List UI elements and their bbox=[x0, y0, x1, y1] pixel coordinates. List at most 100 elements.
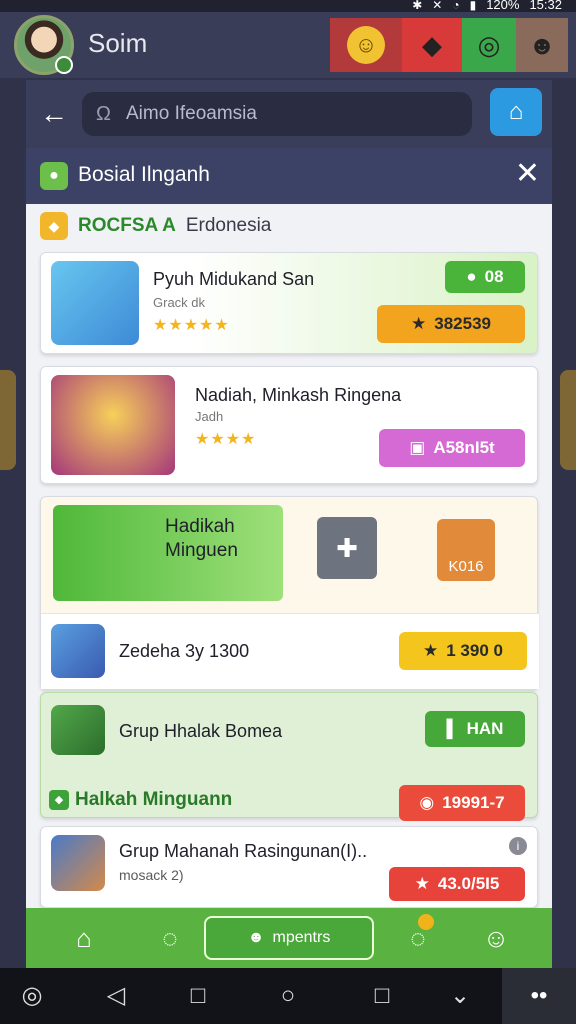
bottom-nav: ⌂ ◌ ☻ mpentrs ◌ ☺ bbox=[26, 908, 552, 968]
info-icon[interactable]: i bbox=[509, 837, 527, 855]
reward-box-button[interactable]: K016 bbox=[437, 519, 495, 581]
home-circle-icon[interactable]: ○ bbox=[268, 980, 308, 1012]
weekly-title: Hadikah Minguen bbox=[165, 516, 238, 561]
chat-icon[interactable]: ◌ bbox=[150, 920, 190, 956]
search-row: ← Ω Aimo Ifeoamsia ⌂ bbox=[26, 80, 552, 148]
profile-button[interactable]: ☻ bbox=[516, 18, 568, 72]
top-actions: ☺ ◆ ◎ ☻ bbox=[330, 18, 568, 72]
hide-keyboard-icon[interactable]: ⌄ bbox=[440, 980, 480, 1012]
sub-section-label: Halkah Minguann bbox=[75, 789, 233, 810]
group-subtitle: Jadh bbox=[195, 409, 224, 424]
join-value: A58nI5t bbox=[433, 438, 495, 457]
smiley-icon: ☺ bbox=[347, 26, 385, 64]
star-rating: ★★★★★ bbox=[153, 317, 230, 334]
section-header: ◆ ROCFSA A Erdonesia bbox=[40, 212, 271, 240]
group-card-5[interactable]: Grup Mahanah Rasingunan(I).. mosack 2) i… bbox=[40, 826, 538, 908]
app-name: Soim bbox=[88, 28, 148, 58]
group-title: Grup Mahanah Rasingunan(I).. bbox=[119, 841, 368, 861]
alert-icon: ◆ bbox=[422, 29, 442, 60]
reward-label: K016 bbox=[448, 558, 484, 575]
alert-button[interactable]: ◆ bbox=[402, 18, 462, 72]
wifi-icon: ◔ bbox=[452, 0, 460, 12]
mute-icon: ✕ bbox=[432, 0, 443, 12]
group-subtitle: Grack dk bbox=[153, 295, 206, 310]
profile-icon[interactable]: ☺ bbox=[476, 920, 516, 956]
weekly-row: Zedeha 3y 1300 ★ 1 390 0 bbox=[41, 613, 539, 689]
star-icon: ★ bbox=[423, 641, 439, 660]
avatar[interactable] bbox=[14, 15, 74, 75]
group-card-2[interactable]: Nadiah, Minkash Ringena Jadh ★★★★ ▣ A58nI… bbox=[40, 366, 538, 484]
home-button[interactable]: ⌂ bbox=[490, 88, 542, 136]
app-bar: Soim ☺ ◆ ◎ ☻ bbox=[0, 12, 576, 78]
emoji-button[interactable]: ☺ bbox=[330, 18, 402, 72]
section-mark-icon: ◆ bbox=[49, 790, 69, 810]
group-title: Nadiah, Minkash Ringena bbox=[195, 385, 402, 405]
join-button[interactable]: ▣ A58nI5t bbox=[379, 429, 525, 467]
profile-icon: ☻ bbox=[528, 29, 556, 60]
frog-icon: ● bbox=[40, 162, 68, 190]
section-label-b: Erdonesia bbox=[185, 215, 272, 236]
back-icon[interactable]: ◁ bbox=[96, 980, 136, 1012]
notification-dot bbox=[418, 914, 434, 930]
section-badge-icon: ◆ bbox=[40, 212, 68, 240]
flag-icon: ▌ bbox=[446, 719, 459, 738]
group-subtitle: mosack 2) bbox=[119, 867, 184, 883]
group-thumbnail bbox=[51, 375, 175, 475]
sub-section-button[interactable]: ◉ 19991-7 bbox=[399, 785, 525, 821]
join-value: 43.0/5I5 bbox=[437, 874, 500, 893]
group-thumbnail bbox=[51, 705, 105, 755]
star-rating: ★★★★ bbox=[195, 431, 257, 448]
modal-header: ● Bosial Ilnganh ✕ bbox=[26, 148, 552, 204]
join-button[interactable]: ★ 382539 bbox=[377, 305, 525, 343]
recents-icon[interactable]: □ bbox=[178, 980, 218, 1012]
arrow-left-icon[interactable]: ← bbox=[36, 96, 72, 132]
side-decoration-left bbox=[0, 370, 16, 470]
user-thumbnail bbox=[51, 624, 105, 678]
side-decoration-right bbox=[560, 370, 576, 470]
members-count: 08 bbox=[484, 267, 504, 286]
group-thumbnail bbox=[51, 835, 105, 891]
group-title: Pyuh Midukand San bbox=[153, 269, 315, 289]
clock-text: 15:32 bbox=[529, 0, 562, 12]
group-card-4[interactable]: Grup Hhalak Bomea ▌ HAN ◆ Halkah Minguann … bbox=[40, 692, 538, 821]
more-icon[interactable]: •• bbox=[502, 968, 576, 1024]
section-label-a: ROCFSA A bbox=[78, 215, 176, 236]
close-icon[interactable]: ✕ bbox=[515, 156, 540, 191]
nav-center-button[interactable]: ☻ mpentrs bbox=[204, 916, 374, 960]
battery-text: 120% bbox=[486, 0, 520, 12]
bluetooth-icon: ✱ bbox=[412, 0, 423, 12]
people-icon: ☻ bbox=[247, 929, 265, 946]
home-icon[interactable]: ⌂ bbox=[64, 920, 104, 956]
search-input[interactable]: Ω Aimo Ifeoamsia bbox=[82, 92, 472, 136]
group-card-1[interactable]: Pyuh Midukand San Grack dk ★★★★★ ● 08 ★ 38… bbox=[40, 252, 538, 354]
action-label: HAN bbox=[466, 719, 504, 738]
chest-icon[interactable]: ✚ bbox=[317, 517, 377, 579]
claim-value: 1 390 0 bbox=[446, 641, 503, 660]
main-panel: ← Ω Aimo Ifeoamsia ⌂ ● Bosial Ilnganh ✕ … bbox=[26, 80, 552, 968]
coin-icon: ◉ bbox=[419, 793, 435, 812]
square-icon[interactable]: □ bbox=[362, 980, 402, 1012]
group-title: Grup Hhalak Bomea bbox=[119, 721, 283, 741]
join-value: 382539 bbox=[434, 314, 491, 333]
weekly-card[interactable]: Hadikah Minguen ✚ K016 Zedeha 3y 1300 ★ 1… bbox=[40, 496, 539, 690]
modal-title: Bosial Ilnganh bbox=[78, 163, 210, 186]
system-nav: ◎ ◁ □ ○ □ ⌄ •• bbox=[0, 968, 576, 1024]
nav-center-label: mpentrs bbox=[272, 929, 331, 946]
chat-icon: ◎ bbox=[477, 29, 501, 60]
action-button[interactable]: ▌ HAN bbox=[425, 711, 525, 747]
members-badge-button[interactable]: ● 08 bbox=[445, 261, 525, 293]
sub-section-value: 19991-7 bbox=[442, 793, 505, 812]
row-title: Zedeha 3y 1300 bbox=[119, 641, 250, 661]
group-thumbnail bbox=[51, 261, 139, 345]
join-button[interactable]: ★ 43.0/5I5 bbox=[389, 867, 525, 901]
search-placeholder: Aimo Ifeoamsia bbox=[126, 103, 257, 124]
star-icon: ★ bbox=[411, 314, 427, 333]
chat-button[interactable]: ◎ bbox=[462, 18, 516, 72]
online-badge bbox=[55, 56, 73, 74]
sub-section: ◆ Halkah Minguann bbox=[49, 789, 232, 811]
claim-button[interactable]: ★ 1 390 0 bbox=[399, 632, 527, 670]
assistant-icon[interactable]: ◎ bbox=[12, 980, 52, 1012]
group-icon: ● bbox=[466, 267, 477, 286]
search-icon: Ω bbox=[96, 103, 111, 125]
signal-icon: ▮ bbox=[469, 0, 477, 12]
